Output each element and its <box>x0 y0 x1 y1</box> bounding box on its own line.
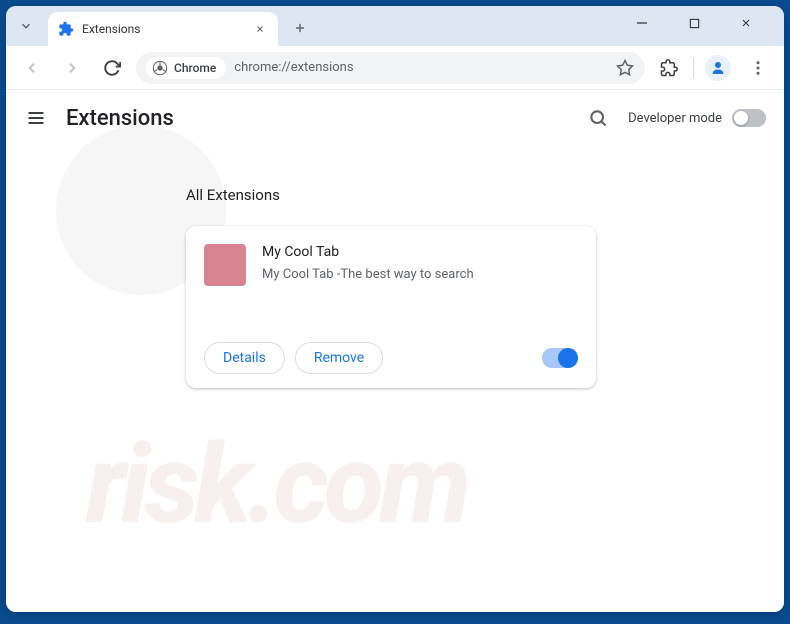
kebab-menu-button[interactable] <box>742 52 774 84</box>
chrome-chip-label: Chrome <box>174 61 216 75</box>
close-window-button[interactable] <box>726 8 766 38</box>
extension-enable-toggle[interactable] <box>542 348 578 368</box>
extension-icon <box>58 21 74 37</box>
back-button[interactable] <box>16 52 48 84</box>
extension-name: My Cool Tab <box>262 244 578 260</box>
address-bar[interactable]: Chrome chrome://extensions <box>136 52 645 84</box>
page-title: Extensions <box>66 106 174 131</box>
extensions-page: risk.com Extensions Developer mode All E… <box>6 90 784 612</box>
page-header: Extensions Developer mode <box>6 90 784 146</box>
url-text: chrome://extensions <box>234 60 353 75</box>
remove-button[interactable]: Remove <box>295 342 383 374</box>
extension-app-icon <box>204 244 246 286</box>
minimize-button[interactable] <box>622 8 662 38</box>
reload-button[interactable] <box>96 52 128 84</box>
browser-tab[interactable]: Extensions <box>48 12 278 46</box>
extension-card: My Cool Tab My Cool Tab -The best way to… <box>186 226 596 388</box>
close-tab-button[interactable] <box>252 21 268 37</box>
extension-description: My Cool Tab -The best way to search <box>262 266 578 284</box>
extensions-toolbar-icon[interactable] <box>653 52 685 84</box>
chrome-chip: Chrome <box>146 57 226 79</box>
tab-bar: Extensions <box>6 6 784 46</box>
maximize-button[interactable] <box>674 8 714 38</box>
tab-search-dropdown[interactable] <box>14 14 38 38</box>
hamburger-menu-icon[interactable] <box>24 106 48 130</box>
chrome-logo-icon <box>152 60 168 76</box>
content-area: All Extensions My Cool Tab My Cool Tab -… <box>6 146 784 388</box>
section-title: All Extensions <box>186 186 784 204</box>
toggle-off-icon <box>732 109 766 127</box>
bookmark-star-icon[interactable] <box>615 58 635 78</box>
browser-window: Extensions <box>6 6 784 612</box>
toolbar-divider <box>693 58 694 78</box>
profile-button[interactable] <box>702 52 734 84</box>
developer-mode-label: Developer mode <box>628 111 722 126</box>
developer-mode-toggle[interactable]: Developer mode <box>628 109 766 127</box>
window-controls <box>622 8 776 38</box>
forward-button[interactable] <box>56 52 88 84</box>
details-button[interactable]: Details <box>204 342 285 374</box>
avatar-icon <box>705 55 731 81</box>
tab-title: Extensions <box>82 22 244 36</box>
search-extensions-button[interactable] <box>586 106 610 130</box>
navigation-toolbar: Chrome chrome://extensions <box>6 46 784 90</box>
new-tab-button[interactable] <box>286 14 314 42</box>
